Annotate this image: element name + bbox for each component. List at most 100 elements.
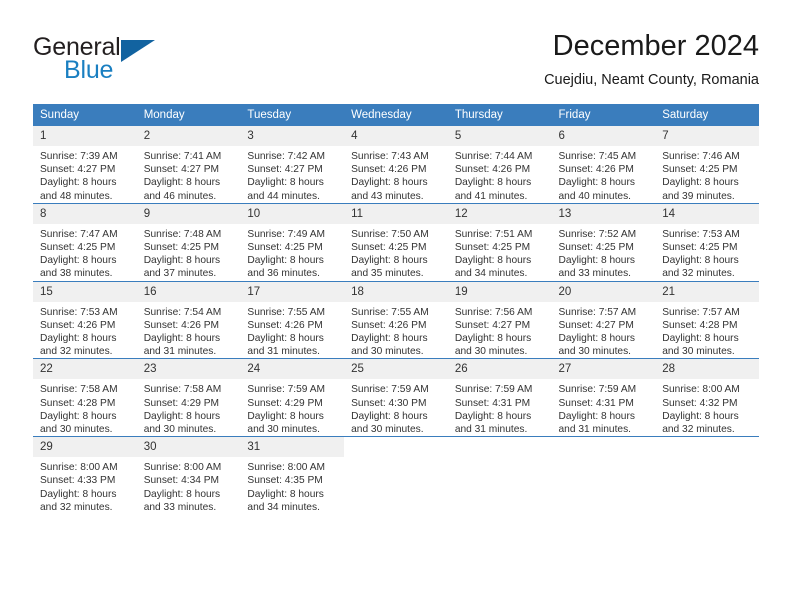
- day-info: Sunrise: 8:00 AM Sunset: 4:35 PM Dayligh…: [240, 457, 344, 514]
- day-cell[interactable]: 13 Sunrise: 7:52 AM Sunset: 4:25 PM Dayl…: [551, 202, 656, 282]
- sunset-text: Sunset: 4:26 PM: [454, 164, 531, 176]
- day-number: [655, 437, 759, 458]
- day-number: 15: [33, 281, 137, 302]
- daylight-text-line1: Daylight: 8 hours: [143, 488, 221, 500]
- day-cell[interactable]: 25 Sunrise: 7:59 AM Sunset: 4:30 PM Dayl…: [344, 358, 448, 437]
- day-number: 16: [136, 281, 241, 302]
- day-cell[interactable]: 7 Sunrise: 7:46 AM Sunset: 4:25 PM Dayli…: [655, 126, 759, 204]
- day-cell[interactable]: 29 Sunrise: 8:00 AM Sunset: 4:33 PM Dayl…: [33, 436, 137, 515]
- daylight-text-line2: and 30 minutes.: [247, 424, 320, 436]
- day-number: [447, 437, 552, 458]
- sunset-text: Sunset: 4:25 PM: [40, 242, 116, 254]
- day-info: Sunrise: 7:53 AM Sunset: 4:26 PM Dayligh…: [33, 302, 137, 359]
- weekday-header-tuesday: Tuesday: [240, 104, 345, 126]
- day-info: Sunrise: 7:57 AM Sunset: 4:27 PM Dayligh…: [552, 302, 656, 359]
- day-cell[interactable]: 20 Sunrise: 7:57 AM Sunset: 4:27 PM Dayl…: [551, 280, 656, 359]
- sunset-text: Sunset: 4:26 PM: [143, 319, 220, 331]
- daylight-text-line1: Daylight: 8 hours: [40, 410, 117, 422]
- day-info: Sunrise: 7:59 AM Sunset: 4:31 PM Dayligh…: [448, 379, 552, 436]
- day-number: 20: [551, 281, 656, 302]
- sunrise-text: Sunrise: 7:47 AM: [40, 228, 118, 240]
- sunrise-text: Sunrise: 7:56 AM: [454, 306, 533, 318]
- sunrise-text: Sunrise: 7:46 AM: [662, 151, 740, 162]
- day-cell[interactable]: 4 Sunrise: 7:43 AM Sunset: 4:26 PM Dayli…: [344, 126, 448, 204]
- day-number: [551, 437, 656, 458]
- day-cell[interactable]: 12 Sunrise: 7:51 AM Sunset: 4:25 PM Dayl…: [447, 202, 552, 282]
- day-number: 6: [551, 126, 656, 146]
- daylight-text-line2: and 35 minutes.: [351, 268, 424, 280]
- day-cell[interactable]: 3 Sunrise: 7:42 AM Sunset: 4:27 PM Dayli…: [240, 126, 345, 204]
- day-cell-empty: [551, 436, 656, 515]
- day-cell[interactable]: 5 Sunrise: 7:44 AM Sunset: 4:26 PM Dayli…: [447, 126, 552, 204]
- sunset-text: Sunset: 4:26 PM: [40, 319, 116, 331]
- sunrise-text: Sunrise: 7:55 AM: [351, 306, 429, 318]
- day-number: 19: [447, 281, 552, 302]
- daylight-text-line1: Daylight: 8 hours: [662, 255, 739, 267]
- day-cell[interactable]: 18 Sunrise: 7:55 AM Sunset: 4:26 PM Dayl…: [344, 280, 448, 359]
- day-cell[interactable]: 1 Sunrise: 7:39 AM Sunset: 4:27 PM Dayli…: [33, 126, 137, 204]
- day-cell[interactable]: 22 Sunrise: 7:58 AM Sunset: 4:28 PM Dayl…: [33, 358, 137, 437]
- daylight-text-line1: Daylight: 8 hours: [351, 410, 428, 422]
- daylight-text-line1: Daylight: 8 hours: [40, 255, 117, 267]
- daylight-text-line2: and 43 minutes.: [351, 190, 424, 202]
- daylight-text-line1: Daylight: 8 hours: [40, 488, 117, 500]
- day-info: Sunrise: 7:51 AM Sunset: 4:25 PM Dayligh…: [448, 224, 552, 281]
- daylight-text-line2: and 46 minutes.: [143, 190, 217, 202]
- sunset-text: Sunset: 4:26 PM: [351, 319, 427, 331]
- day-info: Sunrise: 8:00 AM Sunset: 4:33 PM Dayligh…: [33, 457, 137, 514]
- daylight-text-line1: Daylight: 8 hours: [454, 333, 532, 345]
- day-cell[interactable]: 21 Sunrise: 7:57 AM Sunset: 4:28 PM Dayl…: [655, 280, 759, 359]
- daylight-text-line2: and 30 minutes.: [40, 424, 113, 436]
- daylight-text-line1: Daylight: 8 hours: [143, 177, 221, 189]
- sunrise-text: Sunrise: 8:00 AM: [662, 384, 740, 396]
- sunset-text: Sunset: 4:27 PM: [247, 164, 323, 176]
- sunset-text: Sunset: 4:33 PM: [40, 475, 116, 487]
- day-cell[interactable]: 6 Sunrise: 7:45 AM Sunset: 4:26 PM Dayli…: [551, 126, 656, 204]
- day-cell[interactable]: 16 Sunrise: 7:54 AM Sunset: 4:26 PM Dayl…: [136, 280, 241, 359]
- sunset-text: Sunset: 4:31 PM: [558, 397, 634, 409]
- sunrise-text: Sunrise: 7:59 AM: [351, 384, 429, 396]
- day-info: Sunrise: 7:41 AM Sunset: 4:27 PM Dayligh…: [137, 146, 241, 203]
- sunrise-text: Sunrise: 7:45 AM: [558, 151, 637, 162]
- day-cell[interactable]: 24 Sunrise: 7:59 AM Sunset: 4:29 PM Dayl…: [240, 358, 345, 437]
- day-cell[interactable]: 10 Sunrise: 7:49 AM Sunset: 4:25 PM Dayl…: [240, 202, 345, 282]
- sunrise-text: Sunrise: 7:41 AM: [143, 151, 222, 162]
- daylight-text-line2: and 34 minutes.: [247, 501, 320, 513]
- daylight-text-line2: and 40 minutes.: [558, 190, 632, 202]
- daylight-text-line2: and 31 minutes.: [454, 424, 528, 436]
- day-cell[interactable]: 23 Sunrise: 7:58 AM Sunset: 4:29 PM Dayl…: [136, 358, 241, 437]
- daylight-text-line1: Daylight: 8 hours: [143, 410, 221, 422]
- day-cell[interactable]: 9 Sunrise: 7:48 AM Sunset: 4:25 PM Dayli…: [136, 202, 241, 282]
- sunset-text: Sunset: 4:34 PM: [143, 475, 220, 487]
- week-row: 29 Sunrise: 8:00 AM Sunset: 4:33 PM Dayl…: [33, 436, 759, 515]
- day-info: Sunrise: 7:55 AM Sunset: 4:26 PM Dayligh…: [344, 302, 448, 359]
- day-cell[interactable]: 15 Sunrise: 7:53 AM Sunset: 4:26 PM Dayl…: [33, 280, 137, 359]
- sunset-text: Sunset: 4:25 PM: [662, 242, 738, 254]
- day-number: 24: [240, 359, 345, 380]
- sunrise-text: Sunrise: 7:53 AM: [40, 306, 118, 318]
- day-info: Sunrise: 7:58 AM Sunset: 4:29 PM Dayligh…: [137, 379, 241, 436]
- daylight-text-line1: Daylight: 8 hours: [558, 177, 635, 189]
- day-cell[interactable]: 19 Sunrise: 7:56 AM Sunset: 4:27 PM Dayl…: [447, 280, 552, 359]
- day-cell[interactable]: 17 Sunrise: 7:55 AM Sunset: 4:26 PM Dayl…: [240, 280, 345, 359]
- day-number: 25: [344, 359, 448, 380]
- day-cell[interactable]: 14 Sunrise: 7:53 AM Sunset: 4:25 PM Dayl…: [655, 202, 759, 282]
- day-info: Sunrise: 7:50 AM Sunset: 4:25 PM Dayligh…: [344, 224, 448, 281]
- daylight-text-line1: Daylight: 8 hours: [558, 333, 635, 345]
- day-cell[interactable]: 27 Sunrise: 7:59 AM Sunset: 4:31 PM Dayl…: [551, 358, 656, 437]
- day-cell[interactable]: 2 Sunrise: 7:41 AM Sunset: 4:27 PM Dayli…: [136, 126, 241, 204]
- day-cell[interactable]: 28 Sunrise: 8:00 AM Sunset: 4:32 PM Dayl…: [655, 358, 759, 437]
- sunrise-text: Sunrise: 7:59 AM: [558, 384, 637, 396]
- day-number: 30: [136, 437, 241, 458]
- sunset-text: Sunset: 4:25 PM: [351, 242, 427, 254]
- day-info: Sunrise: 7:52 AM Sunset: 4:25 PM Dayligh…: [552, 224, 656, 281]
- day-cell[interactable]: 31 Sunrise: 8:00 AM Sunset: 4:35 PM Dayl…: [240, 436, 345, 515]
- day-cell[interactable]: 11 Sunrise: 7:50 AM Sunset: 4:25 PM Dayl…: [344, 202, 448, 282]
- day-cell[interactable]: 8 Sunrise: 7:47 AM Sunset: 4:25 PM Dayli…: [33, 202, 137, 282]
- sunrise-text: Sunrise: 7:55 AM: [247, 306, 325, 318]
- day-number: 21: [655, 281, 759, 302]
- daylight-text-line2: and 39 minutes.: [662, 190, 735, 202]
- daylight-text-line2: and 32 minutes.: [662, 268, 735, 280]
- day-cell[interactable]: 26 Sunrise: 7:59 AM Sunset: 4:31 PM Dayl…: [447, 358, 552, 437]
- day-cell[interactable]: 30 Sunrise: 8:00 AM Sunset: 4:34 PM Dayl…: [136, 436, 241, 515]
